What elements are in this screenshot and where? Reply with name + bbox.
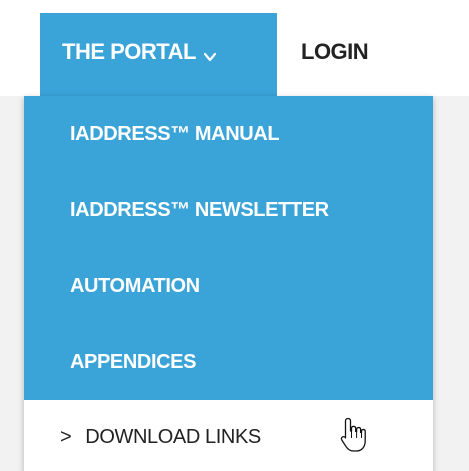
menu-item-label: IADDRESS™ NEWSLETTER: [70, 198, 329, 221]
menu-item-label: APPENDICES: [70, 350, 197, 373]
nav-item-the-portal[interactable]: THE PORTAL: [40, 13, 277, 96]
top-navigation: THE PORTAL LOGIN: [0, 0, 469, 96]
portal-dropdown-menu: IADDRESS™ MANUAL IADDRESS™ NEWSLETTER AU…: [24, 96, 433, 471]
page: THE PORTAL LOGIN IADDRESS™ MANUAL IADDRE…: [0, 0, 469, 471]
menu-item-automation[interactable]: AUTOMATION: [24, 248, 433, 324]
menu-item-download-links[interactable]: > DOWNLOAD LINKS: [24, 400, 433, 471]
chevron-down-icon: [203, 43, 217, 61]
nav-item-login[interactable]: LOGIN: [301, 13, 369, 90]
menu-item-iaddress-newsletter[interactable]: IADDRESS™ NEWSLETTER: [24, 172, 433, 248]
nav-item-login-label: LOGIN: [301, 38, 369, 64]
menu-item-label: IADDRESS™ MANUAL: [70, 122, 280, 145]
nav-item-the-portal-label: THE PORTAL: [62, 38, 196, 64]
menu-item-label: AUTOMATION: [70, 274, 200, 297]
menu-item-iaddress-manual[interactable]: IADDRESS™ MANUAL: [24, 96, 433, 172]
menu-item-appendices[interactable]: APPENDICES: [24, 324, 433, 400]
hand-pointer-cursor-icon: [339, 416, 369, 454]
chevron-right-icon: >: [60, 426, 72, 448]
menu-item-label: DOWNLOAD LINKS: [85, 426, 261, 448]
